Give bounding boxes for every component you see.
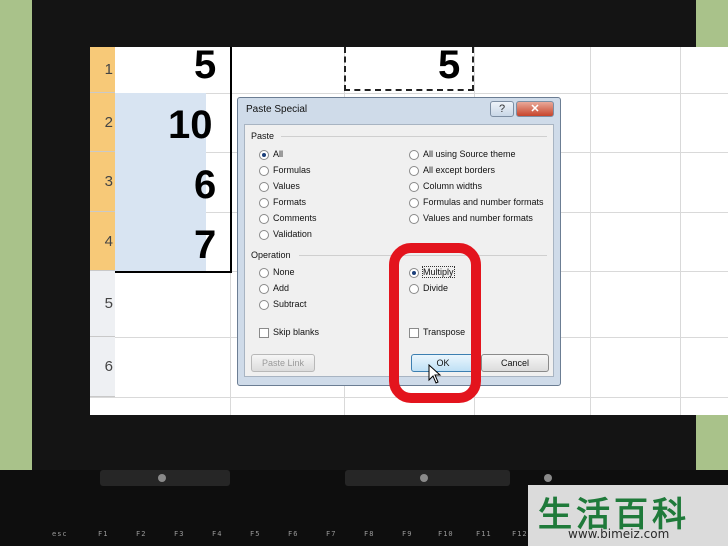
radio-paste-values-number-formats[interactable] (409, 214, 419, 224)
hinge (345, 470, 510, 486)
radio-paste-formulas[interactable] (259, 166, 269, 176)
key-f9: F9 (402, 530, 413, 538)
row-header[interactable]: 2 (90, 93, 115, 152)
radio-paste-validation[interactable] (259, 230, 269, 240)
copied-cell-value[interactable]: 5 (438, 47, 460, 88)
dialog-title: Paste Special (246, 104, 308, 115)
cell-value[interactable]: 6 (194, 163, 216, 208)
help-button[interactable]: ? (490, 101, 514, 117)
key-esc: esc (52, 530, 68, 538)
radio-paste-source-theme[interactable] (409, 150, 419, 160)
row-header[interactable]: 4 (90, 212, 115, 271)
row-header[interactable]: 1 (90, 47, 115, 93)
key-f11: F11 (476, 530, 492, 538)
close-button[interactable]: ✕ (516, 101, 554, 117)
option-label: Formulas and number formats (423, 197, 544, 207)
paste-section-label: Paste (251, 131, 275, 141)
row-header[interactable]: 6 (90, 337, 115, 397)
option-label: Values (273, 181, 300, 191)
row-header[interactable]: 3 (90, 152, 115, 212)
option-label: Subtract (273, 299, 307, 309)
option-label: Column widths (423, 181, 483, 191)
divider (281, 136, 547, 137)
mouse-pointer-icon (428, 364, 442, 384)
watermark: 生活百科 www.bimeiz.com (528, 485, 728, 546)
cell-value[interactable]: 5 (194, 47, 216, 88)
option-label: Formulas (273, 165, 311, 175)
radio-paste-column-widths[interactable] (409, 182, 419, 192)
grid-line (590, 47, 591, 415)
operation-section-label: Operation (251, 250, 291, 260)
range-border (115, 271, 232, 273)
radio-paste-formulas-number-formats[interactable] (409, 198, 419, 208)
option-label: Add (273, 283, 290, 293)
option-label: Validation (273, 229, 312, 239)
key-f6: F6 (288, 530, 299, 538)
radio-paste-formats[interactable] (259, 198, 269, 208)
hinge-screw (544, 474, 552, 482)
paste-link-button[interactable]: Paste Link (251, 354, 315, 372)
key-f12: F12 (512, 530, 528, 538)
option-label: Values and number formats (423, 213, 533, 223)
hinge (100, 470, 230, 486)
cell-value[interactable]: 7 (194, 223, 216, 268)
option-label: All except borders (423, 165, 496, 175)
option-label: None (273, 267, 295, 277)
range-border (230, 47, 232, 273)
option-label: All (273, 149, 284, 159)
cancel-button[interactable]: Cancel (481, 354, 549, 372)
option-label: All using Source theme (423, 149, 516, 159)
skip-blanks-checkbox[interactable] (259, 328, 269, 338)
radio-paste-values[interactable] (259, 182, 269, 192)
key-f4: F4 (212, 530, 223, 538)
row-header[interactable]: 5 (90, 271, 115, 337)
option-label: Comments (273, 213, 317, 223)
key-f3: F3 (174, 530, 185, 538)
radio-operation-subtract[interactable] (259, 300, 269, 310)
radio-paste-except-borders[interactable] (409, 166, 419, 176)
radio-paste-comments[interactable] (259, 214, 269, 224)
radio-operation-none[interactable] (259, 268, 269, 278)
grid-line (680, 47, 681, 415)
radio-operation-add[interactable] (259, 284, 269, 294)
key-f2: F2 (136, 530, 147, 538)
radio-paste-all[interactable] (259, 150, 269, 160)
key-f7: F7 (326, 530, 337, 538)
key-f8: F8 (364, 530, 375, 538)
key-f10: F10 (438, 530, 454, 538)
key-f1: F1 (98, 530, 109, 538)
skip-blanks-label: Skip blanks (273, 327, 320, 337)
option-label: Formats (273, 197, 307, 207)
watermark-url: www.bimeiz.com (568, 527, 670, 541)
key-f5: F5 (250, 530, 261, 538)
cell-value[interactable]: 10 (168, 103, 213, 148)
